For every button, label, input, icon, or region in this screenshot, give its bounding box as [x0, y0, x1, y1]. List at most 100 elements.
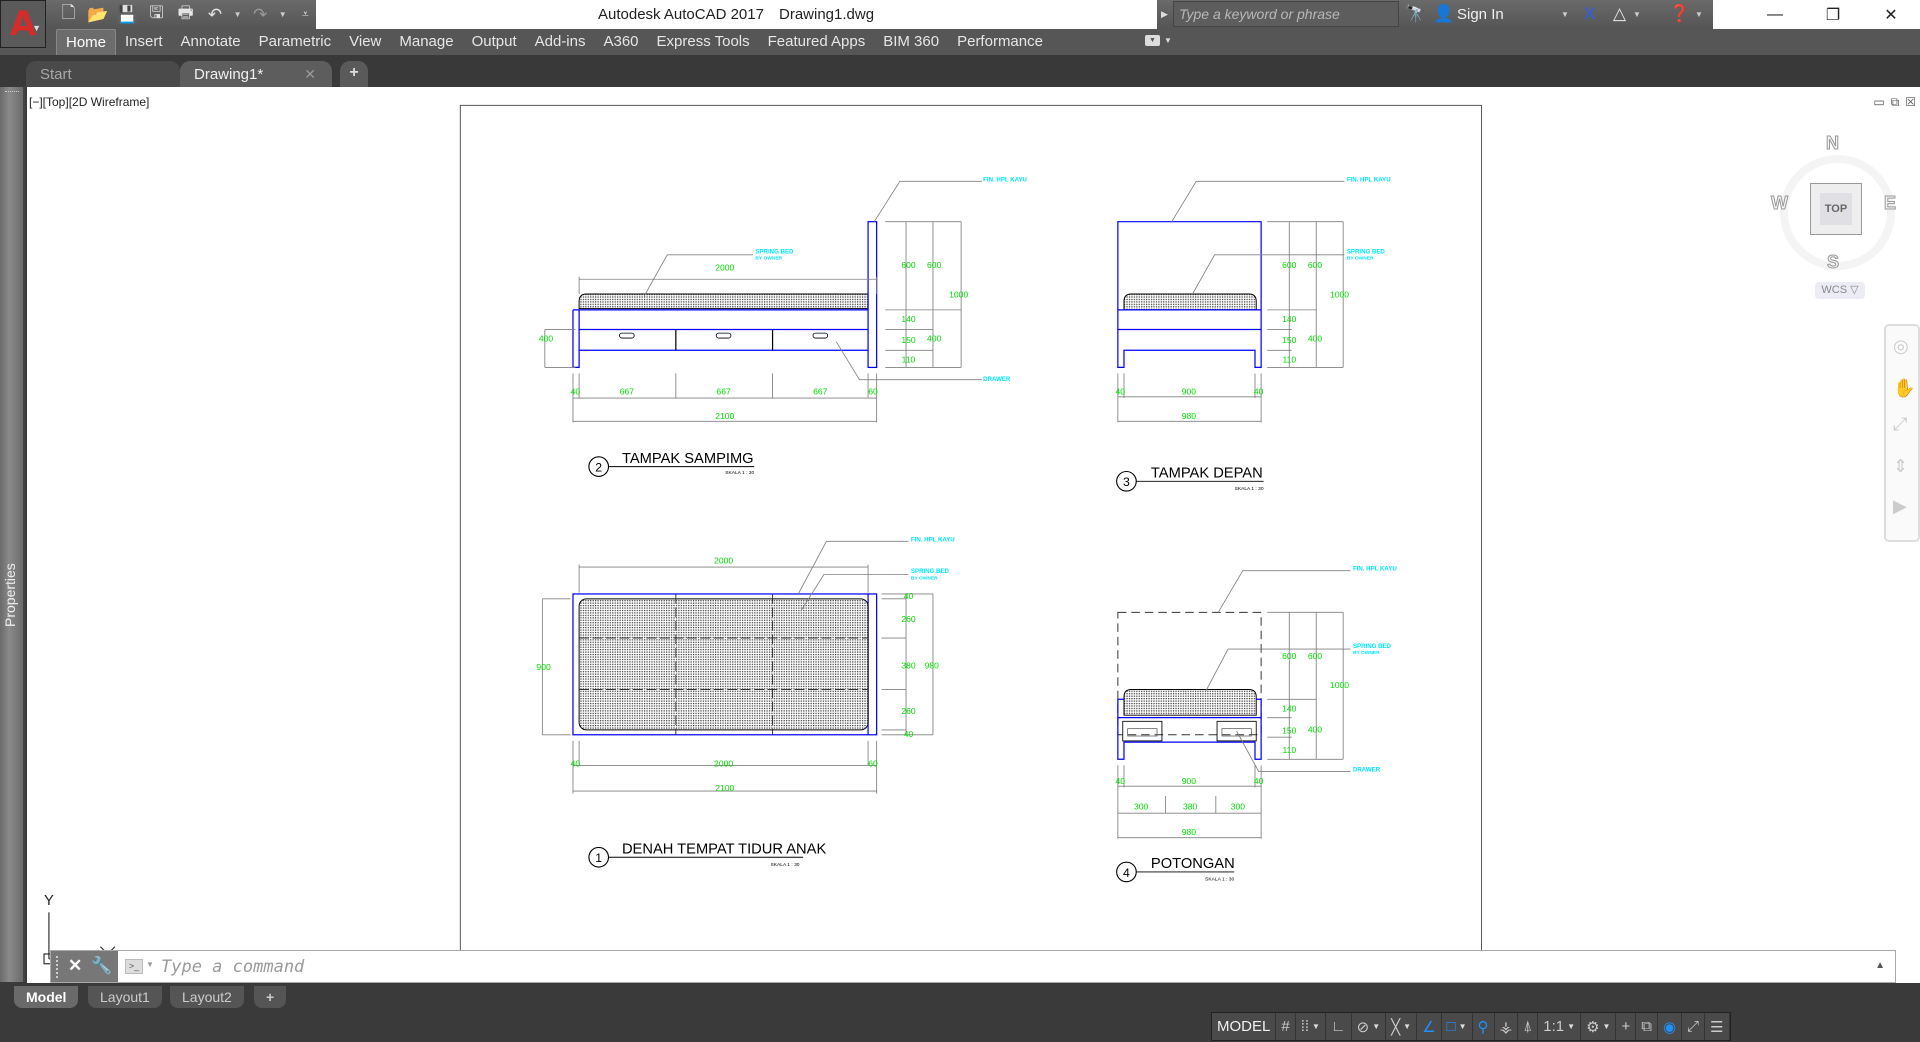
model-space-toggle[interactable]: MODEL — [1212, 1013, 1277, 1040]
close-tab-icon[interactable]: ✕ — [304, 66, 316, 83]
save-icon[interactable]: 💾 — [117, 5, 138, 25]
isodraft-icon[interactable]: ╳ ▼ — [1386, 1013, 1418, 1040]
compass-east[interactable]: E — [1883, 193, 1896, 214]
close-command-line-icon[interactable]: ✕ — [68, 956, 82, 976]
command-history-icon[interactable]: ▲ — [1875, 960, 1885, 971]
tab-home[interactable]: Home — [56, 29, 117, 55]
annotation-visibility-icon[interactable]: ⚲ — [1473, 1013, 1495, 1040]
dim-text: 2000 — [714, 759, 733, 769]
viewcube[interactable]: N S W E TOP — [1770, 127, 1897, 297]
tab-layout1[interactable]: Layout1 — [88, 986, 162, 1008]
steering-wheel-icon[interactable]: ◎ — [1893, 336, 1909, 357]
tab-add-ins[interactable]: Add-ins — [526, 29, 595, 55]
drag-grip[interactable] — [56, 956, 60, 978]
plot-icon[interactable]: 🖶 — [175, 0, 196, 29]
undo-icon[interactable]: ↶ — [204, 5, 225, 25]
tab-view[interactable]: View — [340, 29, 390, 55]
auto-scale-icon[interactable]: ⚶ — [1495, 1013, 1519, 1040]
tab-featured-apps[interactable]: Featured Apps — [759, 29, 875, 55]
fullscreen-icon[interactable]: ⤢ — [1682, 1013, 1706, 1040]
pan-icon[interactable]: ✋ — [1893, 378, 1915, 399]
polar-icon[interactable]: ⊘ ▼ — [1352, 1013, 1387, 1040]
wcs-menu[interactable]: WCS ▽ — [1815, 282, 1865, 299]
dim-text: 1000 — [949, 290, 968, 300]
compass-west[interactable]: W — [1771, 193, 1789, 214]
dimension-lines — [544, 221, 962, 423]
zoom-extents-icon[interactable]: ⤢ — [1893, 414, 1907, 435]
file-tab-bar: Start Drawing1* ✕ + — [0, 55, 1920, 87]
annotation-scale-icon[interactable]: ⍋ — [1518, 1013, 1539, 1040]
tab-insert[interactable]: Insert — [116, 29, 172, 55]
chevron-down-icon[interactable]: ▼ — [146, 960, 154, 969]
wrench-icon[interactable]: 🔧 — [91, 956, 112, 976]
osnap-icon[interactable]: □ ▼ — [1442, 1013, 1473, 1040]
tab-bim-360[interactable]: BIM 360 — [874, 29, 948, 55]
file-tab-start[interactable]: Start — [26, 61, 180, 87]
tab-annotate[interactable]: Annotate — [172, 29, 250, 55]
tab-model[interactable]: Model — [14, 986, 79, 1008]
drawing-viewport[interactable]: [−][Top][2D Wireframe] ▭ ⧉ ☒ 2000 400 40… — [27, 87, 1920, 983]
a360-dropdown-icon[interactable]: ▼ — [1633, 10, 1641, 19]
compass-north[interactable]: N — [1826, 133, 1840, 154]
binoculars-icon[interactable]: 🔭 — [1405, 4, 1426, 24]
a360-icon[interactable]: △ — [1613, 4, 1626, 24]
palette-grip[interactable] — [5, 91, 19, 95]
add-layout-button[interactable]: + — [254, 986, 287, 1008]
file-tab-drawing1[interactable]: Drawing1* ✕ — [180, 61, 332, 87]
undo-dropdown-icon[interactable]: ▼ — [234, 10, 242, 19]
sign-in-dropdown-icon[interactable]: ▼ — [1561, 10, 1569, 19]
scale-label: 1:1 — [1543, 1018, 1565, 1035]
command-prompt-icon[interactable]: >_ — [125, 959, 143, 974]
workspace-icon[interactable]: ⚙ ▼ — [1581, 1013, 1617, 1040]
ribbon-minimize-toggle[interactable]: ▼ ▼ — [1145, 35, 1172, 46]
units-icon[interactable]: + — [1616, 1013, 1637, 1040]
quick-properties-icon[interactable]: ⧉ — [1636, 1013, 1658, 1040]
dim-text: 150 — [901, 335, 916, 345]
sign-in-button[interactable]: Sign In — [1457, 6, 1504, 23]
dim-text: 140 — [901, 314, 916, 324]
restore-button[interactable]: ❐ — [1804, 0, 1862, 29]
search-input[interactable] — [1173, 1, 1399, 27]
ortho-icon[interactable]: ∟ — [1326, 1013, 1352, 1040]
customization-menu-icon[interactable]: ☰ — [1705, 1013, 1730, 1040]
tab-parametric[interactable]: Parametric — [250, 29, 341, 55]
view-number: 2 — [595, 461, 602, 475]
close-button[interactable]: ✕ — [1862, 0, 1920, 29]
snap-icon[interactable]: ⁞⁞ ▼ — [1296, 1013, 1326, 1040]
dim-text: 2000 — [715, 263, 734, 273]
grid-icon[interactable]: # — [1276, 1013, 1296, 1040]
view-potongan: 40 900 40 300 380 300 980 600 600 1000 1… — [1116, 566, 1398, 883]
tab-output[interactable]: Output — [463, 29, 526, 55]
application-menu-button[interactable]: A ▼ — [0, 0, 46, 48]
command-input[interactable] — [161, 954, 1861, 980]
drawing-canvas[interactable]: 2000 400 40 667 667 667 60 2100 600 600 … — [27, 87, 1920, 983]
osnap-tracking-icon[interactable]: ∠ — [1417, 1013, 1442, 1040]
help-icon[interactable]: ❓ — [1669, 4, 1690, 24]
tab-layout2[interactable]: Layout2 — [170, 986, 244, 1008]
user-icon[interactable]: 👤 — [1433, 4, 1454, 24]
exchange-apps-icon[interactable]: X — [1584, 4, 1595, 24]
showmotion-icon[interactable]: ▶ — [1893, 496, 1907, 517]
compass-south[interactable]: S — [1826, 252, 1839, 273]
tab-a360[interactable]: A360 — [594, 29, 647, 55]
annotation-scale-value[interactable]: 1:1 ▼ — [1538, 1013, 1582, 1040]
isolate-objects-icon[interactable]: ◉ — [1658, 1013, 1683, 1040]
redo-icon[interactable]: ↷ — [250, 5, 271, 25]
command-line-handle[interactable]: ✕ 🔧 — [51, 951, 118, 982]
open-icon[interactable]: 📂 — [87, 5, 108, 25]
save-as-icon[interactable]: 🖫 — [146, 0, 167, 29]
new-tab-button[interactable]: + — [340, 61, 368, 87]
tab-manage[interactable]: Manage — [390, 29, 462, 55]
tab-performance[interactable]: Performance — [948, 29, 1052, 55]
customize-qat-icon[interactable]: ⩡ — [295, 7, 316, 22]
help-dropdown-icon[interactable]: ▼ — [1695, 10, 1703, 19]
minimize-button[interactable]: — — [1746, 0, 1804, 29]
new-icon[interactable]: 🗋 — [58, 0, 79, 29]
viewcube-top-face[interactable]: TOP — [1810, 183, 1862, 235]
redo-dropdown-icon[interactable]: ▼ — [279, 10, 287, 19]
tab-express-tools[interactable]: Express Tools — [648, 29, 759, 55]
properties-palette[interactable]: Properties — [0, 87, 25, 982]
orbit-icon[interactable]: ⇕ — [1893, 456, 1908, 477]
expand-search-icon[interactable]: ▶ — [1161, 9, 1168, 20]
view-title: POTONGAN — [1151, 856, 1235, 872]
